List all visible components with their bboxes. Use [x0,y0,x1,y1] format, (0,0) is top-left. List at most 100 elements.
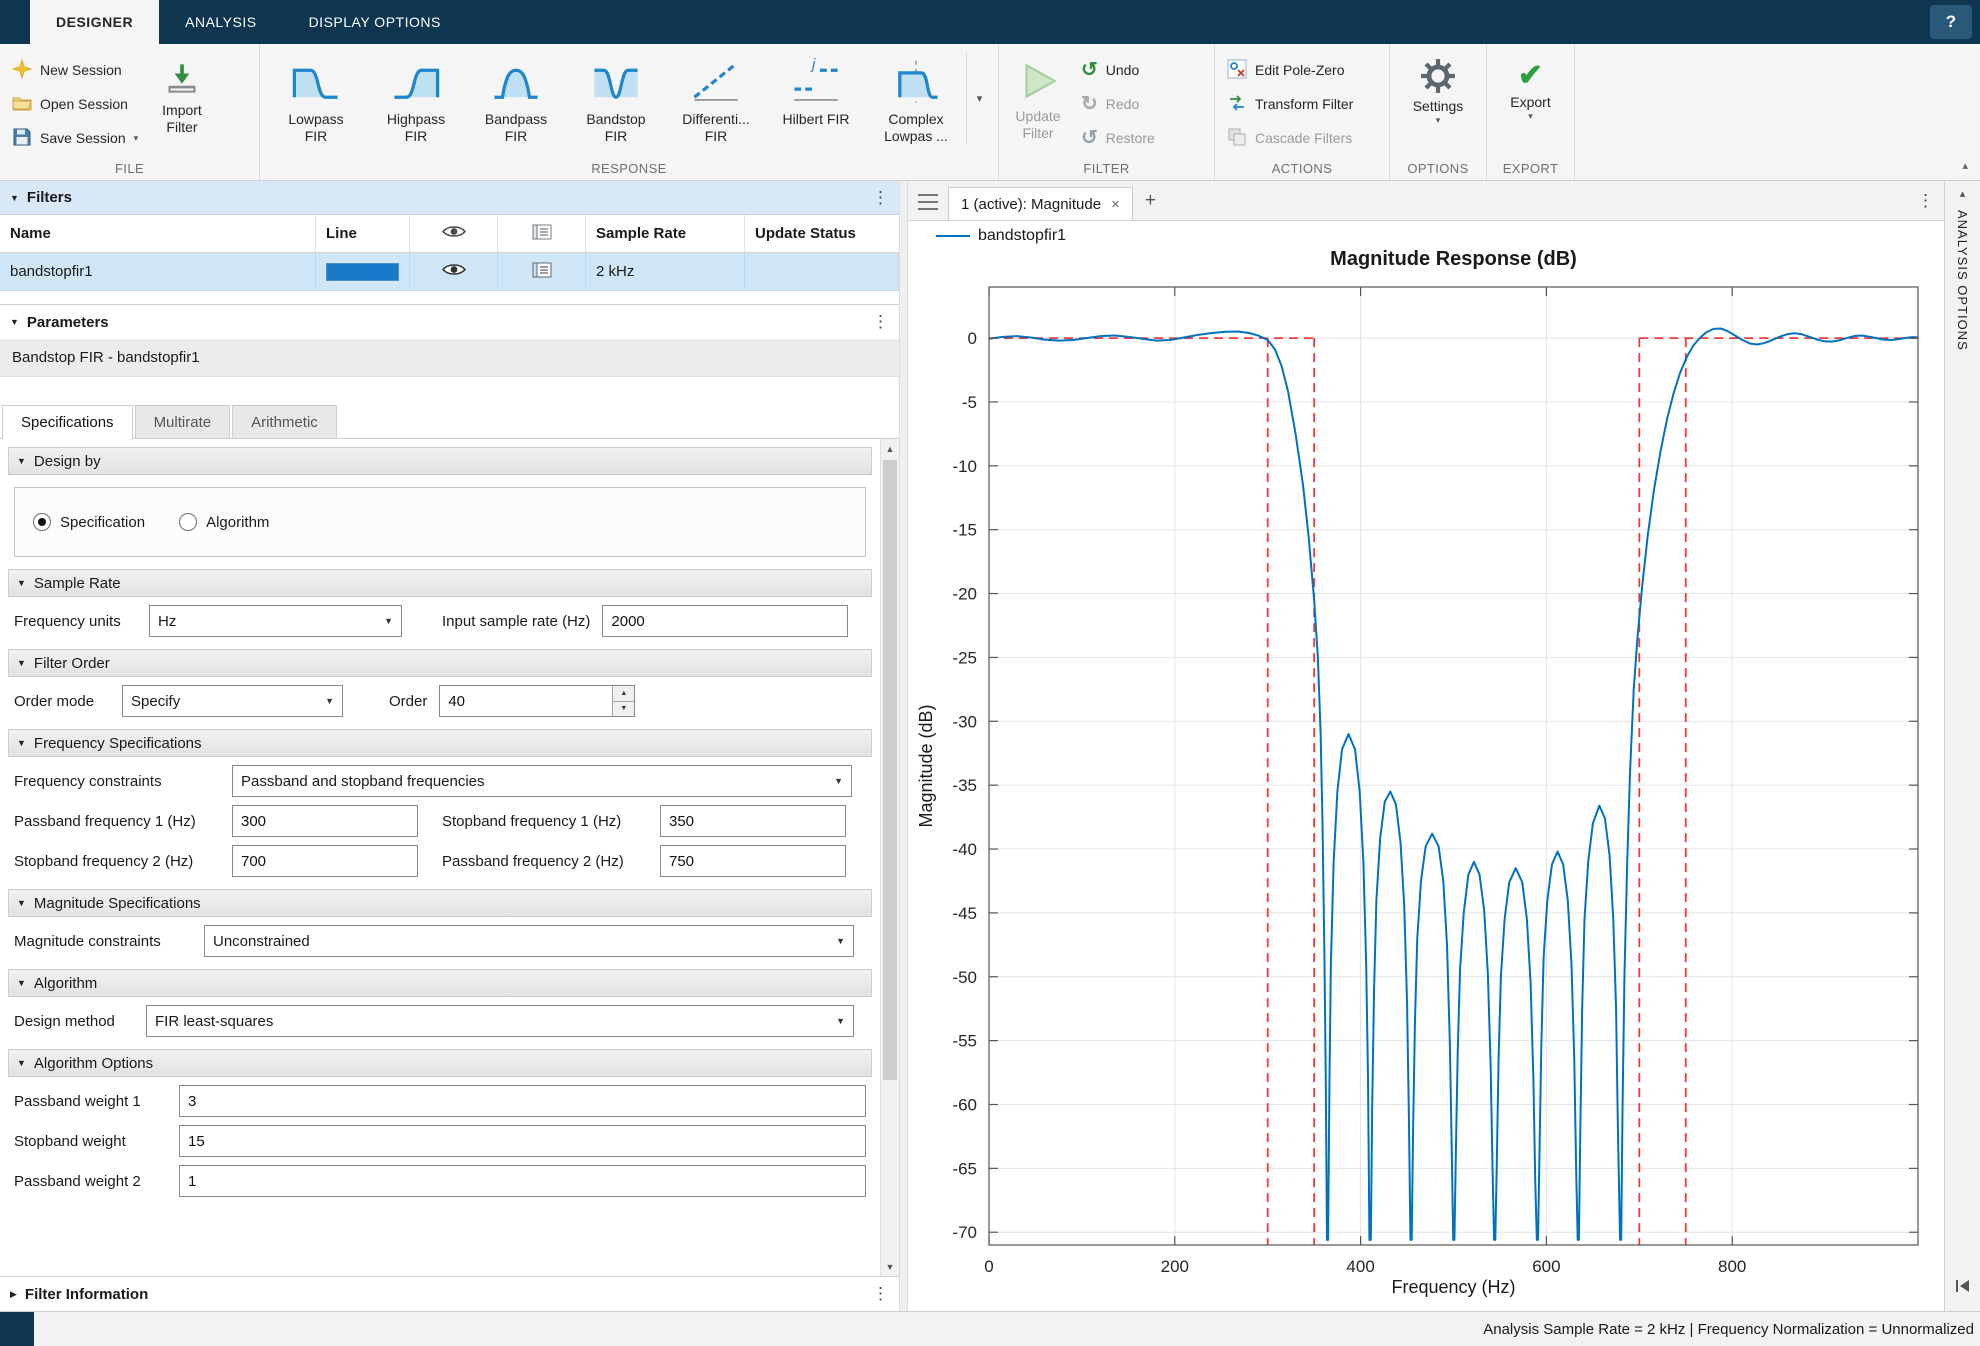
passband-frequency-1-field[interactable] [232,805,418,837]
response-highpass-fir-button[interactable]: Highpass FIR [366,52,466,144]
svg-text:Magnitude (dB): Magnitude (dB) [916,704,936,827]
order-mode-dropdown[interactable]: Specify ▼ [122,685,343,717]
section-filter-order[interactable]: ▼ Filter Order [8,649,872,677]
filters-panel-header[interactable]: ▼ Filters ⋮ [0,181,899,215]
passband-frequency-2-field[interactable] [660,845,846,877]
undo-button[interactable]: ↺ Undo [1081,56,1155,84]
cascade-filters-button[interactable]: Cascade Filters [1227,124,1353,152]
collapse-ribbon-icon[interactable]: ▴ [1962,159,1968,172]
column-header-update-status[interactable]: Update Status [745,215,899,252]
input-sample-rate-field[interactable] [602,605,848,637]
response-bandstop-fir-button[interactable]: Bandstop FIR [566,52,666,144]
filter-information-header[interactable]: ▶ Filter Information ⋮ [0,1276,899,1311]
new-session-button[interactable]: New Session [12,56,138,84]
response-gallery-dropdown[interactable]: ▾ [966,52,992,144]
redo-button[interactable]: ↻ Redo [1081,90,1155,118]
save-session-button[interactable]: Save Session ▾ [12,124,138,152]
section-algorithm[interactable]: ▼ Algorithm [8,969,872,997]
section-design-by[interactable]: ▼ Design by [8,447,872,475]
spin-down-icon[interactable]: ▼ [613,702,634,717]
collapse-strip-icon[interactable]: ▴ [1960,187,1966,200]
column-header-sample-rate[interactable]: Sample Rate [586,215,745,252]
plot-tab-magnitude[interactable]: 1 (active): Magnitude × [948,187,1133,220]
help-button[interactable]: ? [1930,5,1972,39]
line-color-swatch[interactable] [326,263,399,281]
response-complex-lowpass-button[interactable]: Complex Lowpas ... [866,52,966,144]
tab-multirate[interactable]: Multirate [135,405,231,439]
export-button[interactable]: ✔ Export ▾ [1500,52,1560,122]
design-method-dropdown[interactable]: FIR least-squares ▼ [146,1005,854,1037]
chart-legend: bandstopfir1 [936,227,1066,245]
open-session-button[interactable]: Open Session [12,90,138,118]
filter-visibility-toggle[interactable] [410,253,498,290]
edit-pole-zero-button[interactable]: Edit Pole-Zero [1227,56,1353,84]
radio-specification[interactable]: Specification [33,513,145,531]
response-differentiator-fir-button[interactable]: Differenti... FIR [666,52,766,144]
magnitude-constraints-dropdown[interactable]: Unconstrained ▼ [204,925,854,957]
panel-splitter[interactable] [899,181,908,1311]
stopband-frequency-1-field[interactable] [660,805,846,837]
scroll-up-icon[interactable]: ▲ [881,439,899,458]
new-plot-tab-button[interactable]: + [1145,190,1156,212]
passband-weight-1-field[interactable] [179,1085,866,1117]
collapse-parameters-icon[interactable]: ▼ [10,317,19,327]
design-method-label: Design method [14,1013,146,1030]
parameters-menu-icon[interactable]: ⋮ [872,312,889,332]
settings-button[interactable]: Settings ▾ [1403,52,1474,125]
tab-analysis[interactable]: ANALYSIS [159,0,282,44]
parameters-panel-header[interactable]: ▼ Parameters ⋮ [0,305,899,339]
scroll-down-icon[interactable]: ▼ [881,1257,899,1276]
svg-text:-30: -30 [952,712,977,731]
import-filter-button[interactable]: Import Filter [152,52,212,135]
plot-list-icon[interactable] [918,194,938,210]
plot-menu-icon[interactable]: ⋮ [1917,191,1934,211]
radio-algorithm[interactable]: Algorithm [179,513,269,531]
dock-panel-icon[interactable] [1954,1279,1972,1297]
tab-designer[interactable]: DESIGNER [30,0,159,44]
export-dropdown-icon[interactable]: ▾ [1528,111,1533,122]
scrollbar-thumb[interactable] [883,460,897,1080]
column-header-annotation[interactable] [498,215,586,252]
stopband-weight-field[interactable] [179,1125,866,1157]
settings-dropdown-icon[interactable]: ▾ [1436,115,1441,126]
hilbert-response-icon: j [789,54,843,108]
collapse-filters-icon[interactable]: ▼ [10,193,19,203]
tab-arithmetic[interactable]: Arithmetic [232,405,337,439]
form-scrollbar[interactable]: ▲ ▼ [880,439,899,1276]
column-header-name[interactable]: Name [0,215,316,252]
section-algorithm-options[interactable]: ▼ Algorithm Options [8,1049,872,1077]
svg-text:-60: -60 [952,1095,977,1114]
plot-tab-bar: 1 (active): Magnitude × + ⋮ [908,181,1944,221]
section-frequency-specifications[interactable]: ▼ Frequency Specifications [8,729,872,757]
filter-annotation-toggle[interactable] [498,253,586,290]
close-icon[interactable]: × [1111,196,1120,213]
spin-up-icon[interactable]: ▲ [613,686,634,702]
filter-row-bandstopfir1[interactable]: bandstopfir1 2 kHz [0,253,899,291]
transform-filter-button[interactable]: Transform Filter [1227,90,1353,118]
stopband-frequency-2-field[interactable] [232,845,418,877]
filter-information-menu-icon[interactable]: ⋮ [872,1284,889,1304]
svg-text:-70: -70 [952,1223,977,1242]
filters-menu-icon[interactable]: ⋮ [872,188,889,208]
column-header-line[interactable]: Line [316,215,410,252]
response-lowpass-fir-button[interactable]: Lowpass FIR [266,52,366,144]
analysis-options-strip[interactable]: ▴ ANALYSIS OPTIONS [1944,181,1980,1311]
restore-button[interactable]: ↺ Restore [1081,124,1155,152]
response-hilbert-fir-button[interactable]: j Hilbert FIR [766,52,866,144]
save-session-dropdown-icon[interactable]: ▾ [134,133,139,144]
filter-name[interactable]: bandstopfir1 [0,253,316,290]
frequency-constraints-dropdown[interactable]: Passband and stopband frequencies ▼ [232,765,852,797]
response-bandpass-fir-button[interactable]: Bandpass FIR [466,52,566,144]
passband-weight-2-field[interactable] [179,1165,866,1197]
update-filter-button[interactable]: Update Filter [1005,52,1071,141]
section-magnitude-specifications[interactable]: ▼ Magnitude Specifications [8,889,872,917]
eye-icon [442,224,466,243]
tab-specifications[interactable]: Specifications [2,405,133,439]
tab-display-options[interactable]: DISPLAY OPTIONS [283,0,467,44]
section-sample-rate[interactable]: ▼ Sample Rate [8,569,872,597]
analysis-options-label: ANALYSIS OPTIONS [1955,210,1970,351]
order-field[interactable] [439,685,635,717]
expand-filter-information-icon[interactable]: ▶ [10,1289,17,1300]
column-header-visibility[interactable] [410,215,498,252]
frequency-units-dropdown[interactable]: Hz ▼ [149,605,402,637]
